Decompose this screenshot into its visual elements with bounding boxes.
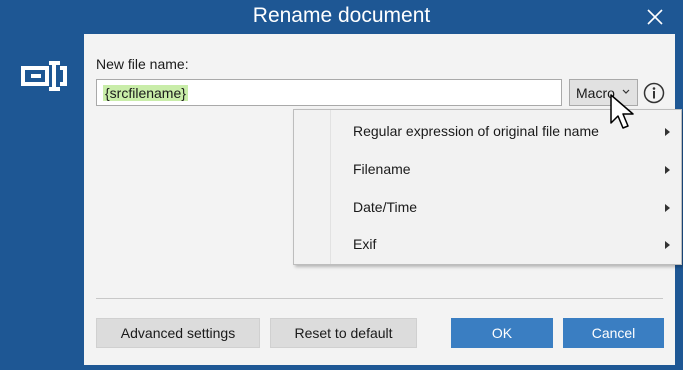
title-bar: Rename document [0,0,683,34]
menu-item-regular-expression[interactable]: Regular expression of original file name [295,113,680,150]
menu-item-date-time[interactable]: Date/Time [295,189,680,226]
chevron-right-icon [665,241,670,249]
menu-item-label: Date/Time [353,199,418,215]
advanced-settings-button[interactable]: Advanced settings [96,318,260,348]
dialog-title: Rename document [252,4,431,27]
menu-item-label: Exif [353,236,377,252]
macro-button-label: Macro [576,85,615,101]
close-button[interactable] [643,5,667,29]
new-file-name-label: New file name: [96,56,189,72]
chevron-down-icon [622,89,630,94]
chevron-right-icon [665,166,670,174]
cancel-button[interactable]: Cancel [563,318,664,348]
macro-dropdown-menu: Regular expression of original file name… [293,109,682,265]
menu-item-filename[interactable]: Filename [295,151,680,188]
footer-divider [96,298,663,299]
chevron-right-icon [665,128,670,136]
rename-dialog: Rename document New file name: {srcfilen… [0,0,683,370]
file-name-value: {srcfilename} [103,85,188,101]
chevron-right-icon [665,204,670,212]
rename-field-icon [21,61,67,91]
menu-item-exif[interactable]: Exif [295,226,680,263]
close-icon [647,9,663,25]
ok-button[interactable]: OK [451,318,553,348]
sidebar [0,34,84,370]
menu-item-label: Filename [353,161,411,177]
info-icon[interactable] [643,82,665,104]
file-name-input[interactable]: {srcfilename} [96,79,562,106]
reset-to-default-button[interactable]: Reset to default [270,318,417,348]
menu-item-label: Regular expression of original file name [353,123,599,139]
macro-button[interactable]: Macro [569,79,638,106]
